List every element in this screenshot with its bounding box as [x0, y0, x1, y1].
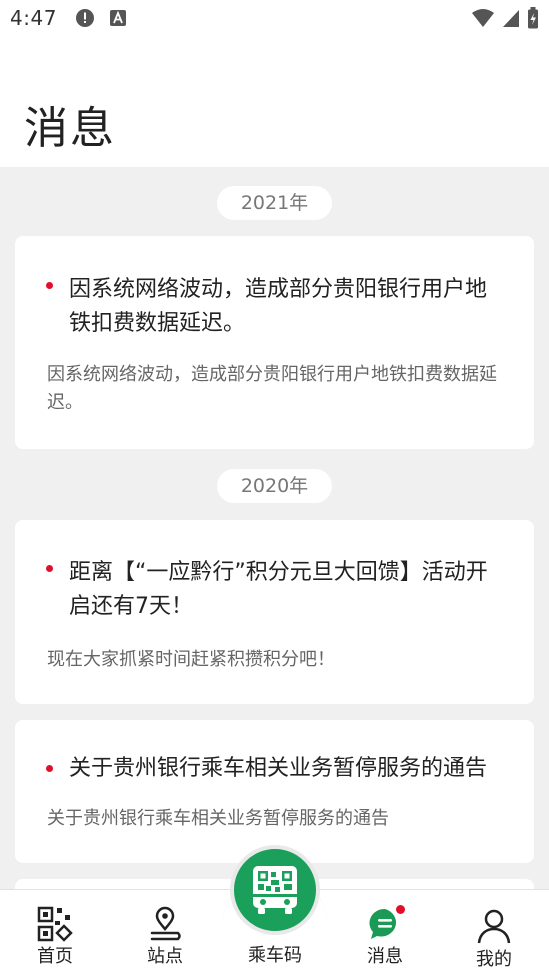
- message-title: 距离【“一应黔行”积分元旦大回馈】活动开启还有7天！: [69, 560, 488, 619]
- unread-dot: [46, 765, 53, 772]
- year-header-2020: 2020年: [217, 469, 332, 503]
- status-notifications: [75, 8, 127, 28]
- app-notification-icon: [109, 10, 126, 26]
- message-description: 现在大家抓紧时间赶紧积攒积分吧！: [47, 649, 335, 670]
- nav-home[interactable]: 首页: [0, 890, 110, 977]
- nav-messages-label: 消息: [367, 946, 403, 967]
- location-pin-icon: [150, 906, 181, 941]
- page-title: 消息: [24, 103, 116, 154]
- nav-messages[interactable]: 消息: [330, 890, 440, 977]
- unread-dot: [46, 282, 53, 289]
- message-card[interactable]: 关于贵州银行乘车相关业务暂停服务的通告 关于贵州银行乘车相关业务暂停服务的通告: [15, 720, 534, 863]
- nav-stations-label: 站点: [147, 946, 183, 967]
- message-title: 因系统网络波动，造成部分贵阳银行用户地铁扣费数据延迟。: [69, 277, 488, 336]
- status-time: 4:47: [10, 6, 57, 30]
- wifi-icon: [472, 9, 494, 27]
- bus-qr-button[interactable]: [230, 845, 320, 935]
- page-header: 消息: [0, 36, 549, 167]
- user-icon: [477, 909, 511, 944]
- status-bar: 4:47: [0, 0, 549, 36]
- status-system-icons: [471, 7, 539, 29]
- bus-qr-code-icon: [253, 866, 297, 914]
- home-qr-icon: [37, 906, 73, 942]
- nav-messages-badge: [396, 905, 405, 914]
- message-description: 关于贵州银行乘车相关业务暂停服务的通告: [47, 808, 389, 829]
- message-title: 关于贵州银行乘车相关业务暂停服务的通告: [69, 756, 488, 781]
- nav-bus-code-label[interactable]: 乘车码: [220, 941, 330, 967]
- year-header-2021: 2021年: [217, 186, 332, 220]
- message-card[interactable]: 距离【“一应黔行”积分元旦大回馈】活动开启还有7天！ 现在大家抓紧时间赶紧积攒积…: [15, 520, 534, 704]
- signal-icon: [503, 10, 519, 27]
- message-card[interactable]: 因系统网络波动，造成部分贵阳银行用户地铁扣费数据延迟。 因系统网络波动，造成部分…: [15, 236, 534, 449]
- nav-home-label: 首页: [37, 946, 73, 967]
- battery-icon: [528, 7, 538, 29]
- nav-profile[interactable]: 我的: [439, 890, 549, 977]
- nav-profile-label: 我的: [476, 949, 512, 970]
- unread-dot: [46, 565, 53, 572]
- alert-icon: [75, 9, 94, 27]
- nav-stations[interactable]: 站点: [110, 890, 220, 977]
- message-description: 因系统网络波动，造成部分贵阳银行用户地铁扣费数据延迟。: [47, 364, 497, 413]
